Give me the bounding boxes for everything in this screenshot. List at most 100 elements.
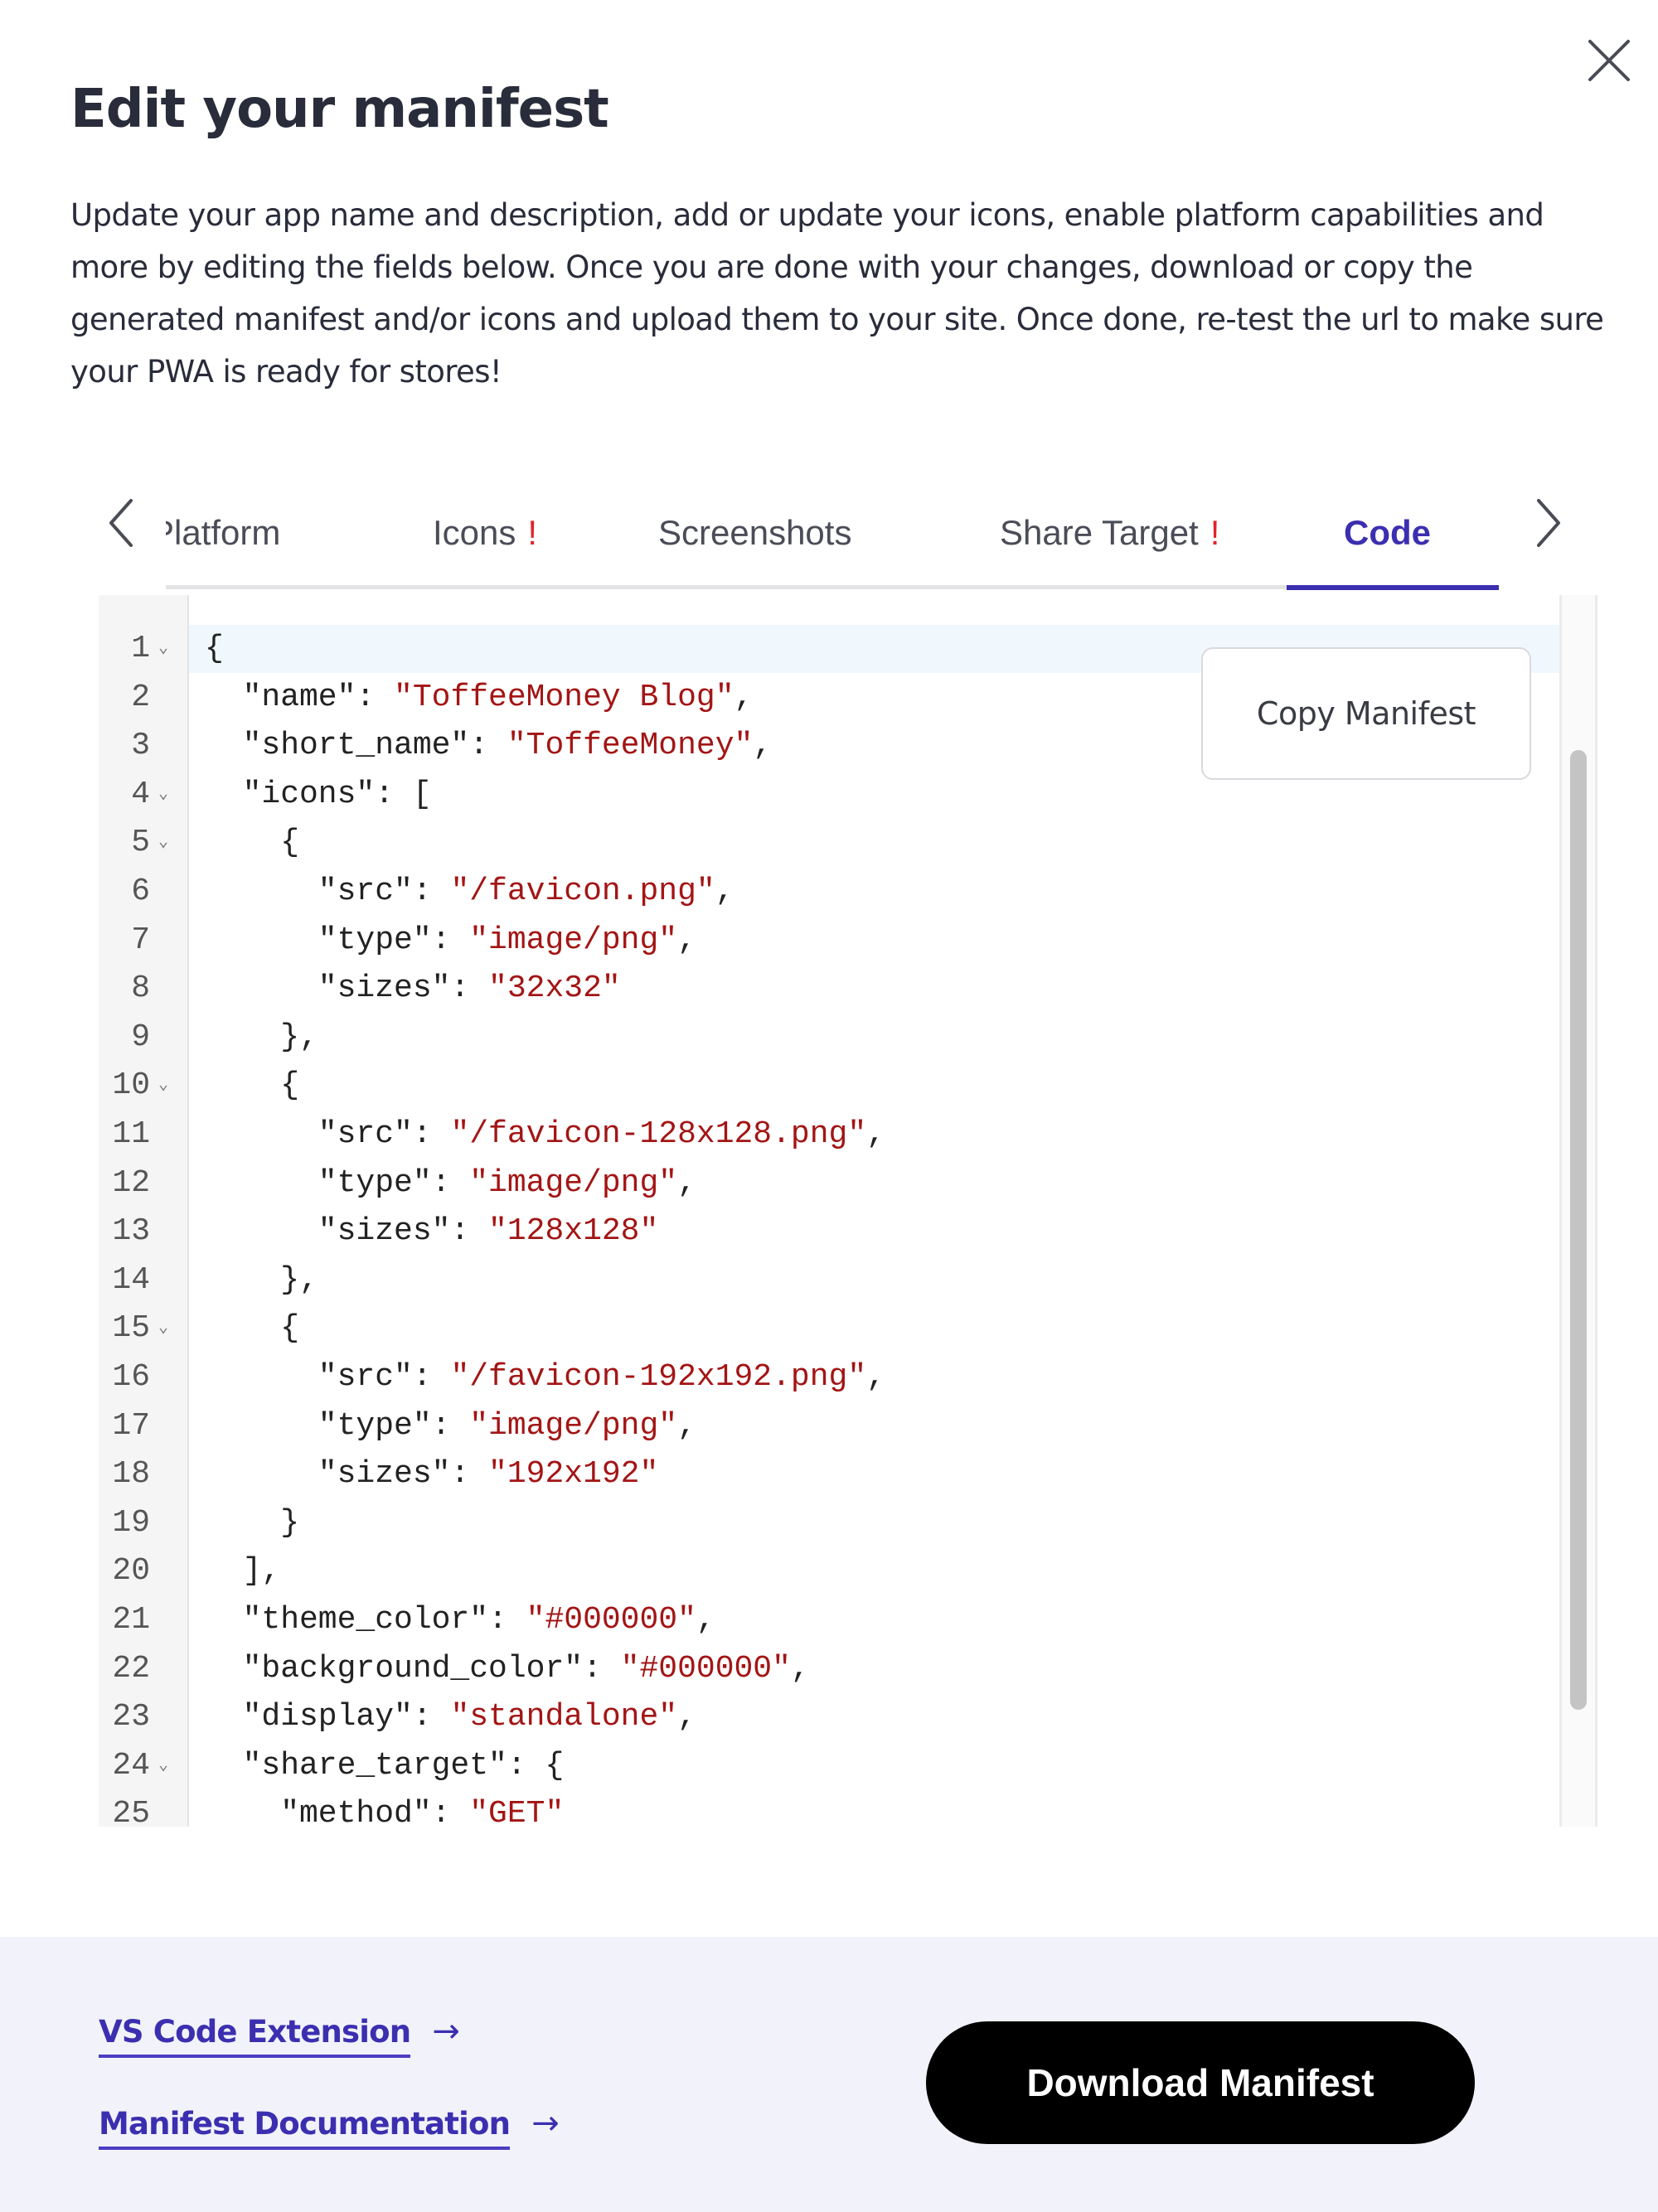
arrow-right-icon: → <box>531 2104 560 2142</box>
close-icon <box>1588 40 1630 81</box>
dialog-description: Update your app name and description, ad… <box>70 197 1604 390</box>
json-string-value: "ToffeeMoney" <box>507 728 754 764</box>
code-text: "type": "image/png", <box>318 1159 696 1208</box>
json-punctuation: , <box>734 679 754 715</box>
json-key: "display" <box>242 1699 413 1735</box>
json-string-value: "image/png" <box>469 1407 678 1444</box>
code-editor[interactable]: 1 ⌄{2 "name": "ToffeeMoney Blog", 3 "short_n… <box>99 595 1597 1827</box>
json-string-value: "/favicon-128x128.png" <box>450 1116 867 1152</box>
line-number: 7 <box>131 922 150 958</box>
copy-manifest-button[interactable]: Copy Manifest <box>1201 647 1531 780</box>
json-separator: : <box>356 679 395 715</box>
json-key: "share_target" <box>242 1747 507 1784</box>
json-key: "method" <box>280 1796 432 1827</box>
json-string-value: "#000000" <box>620 1650 791 1687</box>
json-key: "background_color" <box>242 1650 584 1687</box>
json-string-value: "ToffeeMoney Blog" <box>394 679 734 715</box>
json-key: "type" <box>318 1164 432 1201</box>
line-number: 11 <box>112 1116 150 1152</box>
json-string-value: "GET" <box>469 1796 565 1827</box>
json-separator: : <box>431 922 470 958</box>
json-separator: : <box>469 728 507 764</box>
json-key: "name" <box>242 679 356 715</box>
scrollbar-thumb[interactable] <box>1570 750 1587 1710</box>
json-punctuation: { <box>280 1310 299 1347</box>
line-number: 23 <box>112 1699 150 1735</box>
close-button[interactable] <box>1585 36 1633 85</box>
json-key: "src" <box>318 1359 413 1395</box>
json-key: "sizes" <box>318 970 451 1007</box>
line-number: 10 <box>112 1067 150 1104</box>
code-text: "sizes": "192x192" <box>318 1450 658 1498</box>
line-number: 1 <box>131 631 150 666</box>
json-separator: : <box>412 1359 451 1395</box>
json-punctuation: , <box>753 728 773 764</box>
fold-toggle-icon[interactable]: ⌄ <box>158 1304 168 1353</box>
json-separator: : <box>431 1407 470 1444</box>
fold-toggle-icon[interactable]: ⌄ <box>158 1062 168 1110</box>
warning-icon: ! <box>527 513 538 552</box>
json-key: "type" <box>318 922 432 958</box>
json-punctuation: , <box>677 1699 696 1735</box>
json-separator: : <box>412 1116 451 1152</box>
code-text: "share_target": { <box>243 1742 565 1790</box>
json-string-value: "192x192" <box>488 1456 659 1493</box>
tab-screenshots[interactable]: Screenshots <box>658 504 851 562</box>
json-punctuation: , <box>677 1407 696 1444</box>
line-number: 5 <box>131 825 150 861</box>
json-separator: : <box>583 1650 621 1687</box>
tab-code[interactable]: Code <box>1344 504 1431 562</box>
manifest-documentation-link[interactable]: Manifest Documentation → <box>99 2104 560 2150</box>
code-text: "icons": [ <box>243 771 432 819</box>
json-punctuation: , <box>790 1650 810 1687</box>
chevron-left-icon <box>109 499 133 547</box>
tab-share-target[interactable]: Share Target! <box>1000 504 1219 562</box>
code-text: ], <box>243 1547 281 1595</box>
json-key: "sizes" <box>318 1456 451 1493</box>
dialog-title: Edit your manifest <box>70 79 609 140</box>
line-number: 4 <box>131 776 150 812</box>
json-string-value: "/favicon-192x192.png" <box>450 1359 867 1395</box>
json-separator: : <box>507 1747 545 1784</box>
tab-platform[interactable]: Platform <box>166 504 280 562</box>
editor-scrollbar[interactable] <box>1559 595 1597 1827</box>
line-number: 24 <box>112 1747 150 1784</box>
json-punctuation: ], <box>242 1553 281 1590</box>
json-key: "sizes" <box>318 1213 451 1250</box>
tab-icons[interactable]: Icons! <box>433 504 537 562</box>
json-string-value: "standalone" <box>450 1699 678 1735</box>
fold-toggle-icon[interactable]: ⌄ <box>158 625 168 673</box>
line-number: 22 <box>112 1650 150 1687</box>
line-number: 16 <box>112 1359 150 1395</box>
code-text: }, <box>280 1256 318 1304</box>
json-key: "icons" <box>242 776 376 812</box>
tab-bar: Platform Icons! Screenshots Share Target… <box>166 481 1499 588</box>
tabs-next-button[interactable] <box>1530 496 1567 550</box>
code-text: "src": "/favicon-192x192.png", <box>318 1353 885 1401</box>
json-punctuation: }, <box>280 1019 318 1055</box>
json-punctuation: , <box>696 1602 715 1638</box>
link-label: VS Code Extension <box>99 2014 411 2058</box>
code-text: { <box>280 1062 299 1110</box>
line-number: 15 <box>112 1310 150 1347</box>
fold-toggle-icon[interactable]: ⌄ <box>158 1742 168 1790</box>
tabs-prev-button[interactable] <box>103 496 139 550</box>
json-string-value: "/favicon.png" <box>450 874 715 909</box>
json-punctuation: [ <box>412 776 432 812</box>
download-manifest-button[interactable]: Download Manifest <box>926 2021 1475 2144</box>
fold-toggle-icon[interactable]: ⌄ <box>158 771 168 819</box>
json-key: "short_name" <box>242 728 470 764</box>
line-number: 2 <box>131 679 150 715</box>
json-string-value: "#000000" <box>526 1602 696 1638</box>
code-text: "background_color": "#000000", <box>243 1645 810 1693</box>
code-text: "method": "GET" <box>280 1790 564 1827</box>
json-separator: : <box>412 1699 451 1735</box>
fold-toggle-icon[interactable]: ⌄ <box>158 819 168 867</box>
code-text: { <box>280 819 299 867</box>
line-number: 25 <box>112 1796 150 1827</box>
json-punctuation: } <box>280 1504 299 1541</box>
json-separator: : <box>450 970 489 1007</box>
arrow-right-icon: → <box>432 2012 460 2050</box>
vs-code-extension-link[interactable]: VS Code Extension → <box>99 2012 460 2058</box>
code-text: "type": "image/png", <box>318 917 696 965</box>
